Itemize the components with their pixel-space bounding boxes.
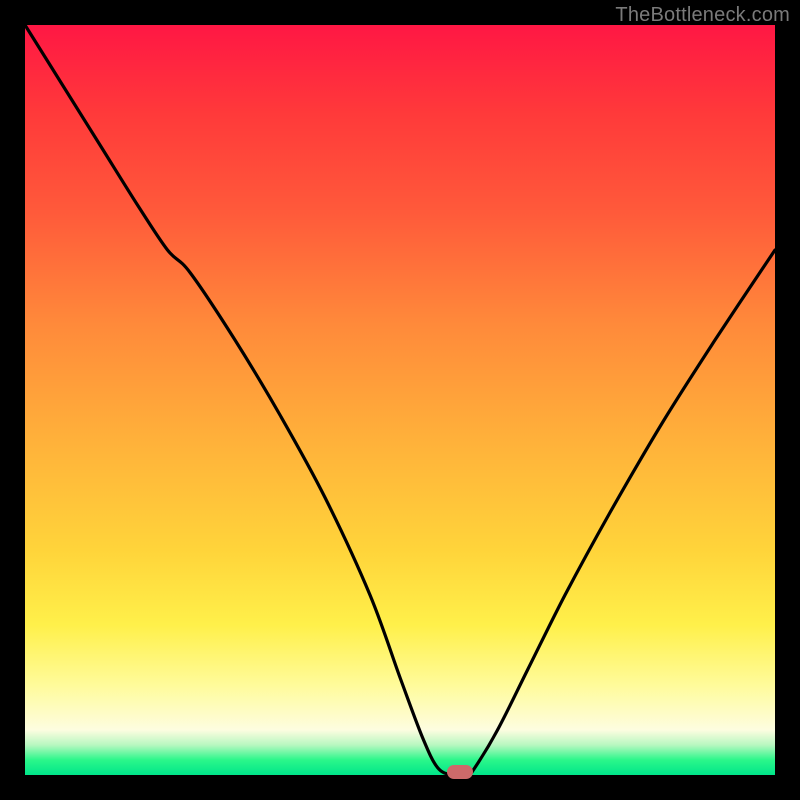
watermark-text: TheBottleneck.com bbox=[615, 4, 790, 27]
optimum-marker bbox=[447, 765, 473, 779]
bottleneck-curve bbox=[25, 25, 775, 775]
plot-area bbox=[25, 25, 775, 775]
chart-frame: TheBottleneck.com bbox=[0, 0, 800, 800]
curve-path bbox=[25, 25, 775, 776]
